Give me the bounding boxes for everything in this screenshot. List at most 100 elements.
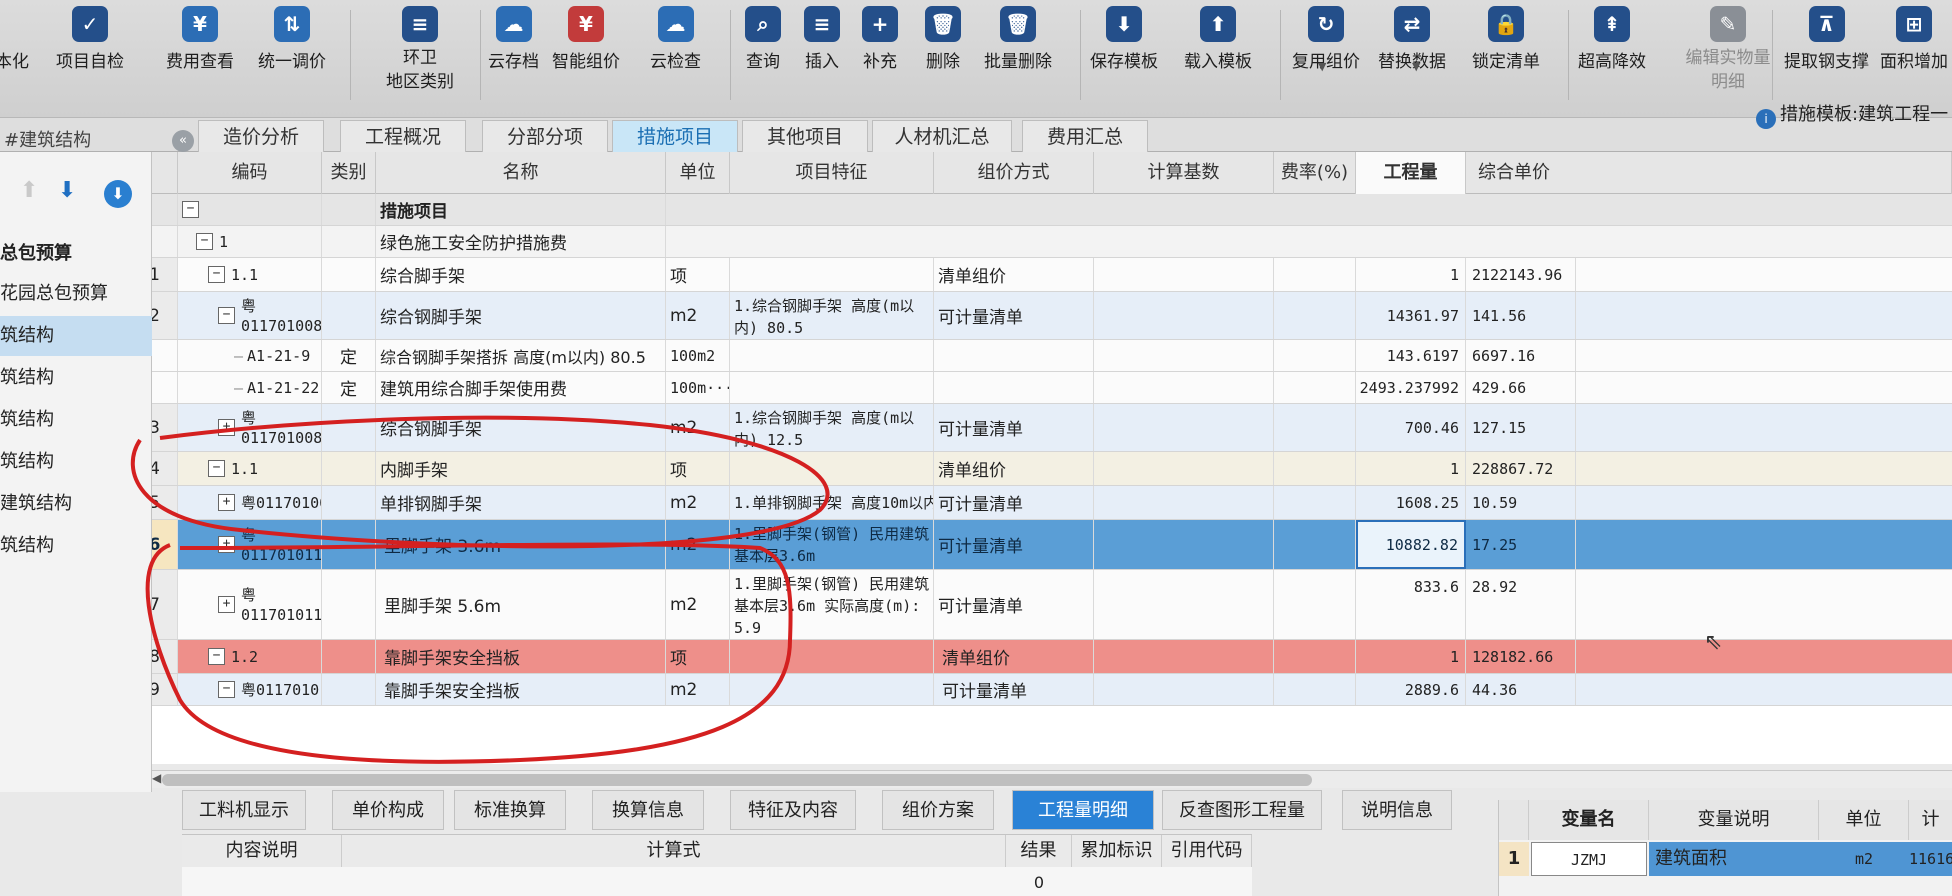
move-down-arrow-icon[interactable]: ⬇ [58, 178, 76, 203]
table-row[interactable]: −1 绿色施工安全防护措施费 [152, 226, 1952, 258]
header-calc-base[interactable]: 计算基数 [1094, 152, 1274, 194]
cloud-check-button[interactable]: ☁ 云检查 [650, 6, 701, 76]
header-method[interactable]: 组价方式 [934, 152, 1094, 194]
collapse-minus-icon[interactable]: − [196, 233, 213, 250]
header-feature[interactable]: 项目特征 [730, 152, 934, 194]
header-type[interactable]: 类别 [322, 152, 376, 194]
tab-cost-summary[interactable]: 费用汇总 [1022, 120, 1148, 152]
supplement-button[interactable]: + 补充 [862, 6, 898, 76]
code-cell: + 粤01170100··· [178, 486, 322, 519]
reuse-dropdown-arrow-icon[interactable]: ▼ [1318, 60, 1326, 73]
table-row[interactable]: — A1-21-9 定 综合钢脚手架搭拆 高度(m以内) 80.5 100m2 1… [152, 340, 1952, 372]
table-row[interactable]: 4 −1.1 内脚手架 项 清单组价 1 228867.72 [152, 452, 1952, 486]
table-row[interactable]: 8 −1.2 靠脚手架安全挡板 项 清单组价 1 128182.66 [152, 640, 1952, 674]
tree-item-structure[interactable]: 筑结构 [0, 358, 152, 398]
method-cell: 可计量清单 [934, 404, 1094, 451]
tab-quantity-detail[interactable]: 工程量明细 [1012, 790, 1154, 830]
tab-other-items[interactable]: 其他项目 [742, 120, 868, 152]
edit-quantity-button[interactable]: ✎ 编辑实物量 明细 [1668, 6, 1788, 94]
row-number: 2 [152, 292, 178, 339]
batch-delete-button[interactable]: 🗑 批量删除 [984, 6, 1052, 76]
project-self-check-button[interactable]: ✓ 项目自检 [56, 6, 124, 76]
tab-standard-conversion[interactable]: 标准换算 [454, 790, 566, 830]
collapse-minus-icon[interactable]: − [208, 648, 225, 665]
expand-plus-icon[interactable]: + [218, 536, 235, 553]
collapse-double-chevron-icon[interactable]: « [172, 130, 194, 152]
load-template-button[interactable]: ⬆ 载入模板 [1184, 6, 1252, 76]
tree-item-structure-selected[interactable]: 筑结构 [0, 316, 152, 356]
table-row[interactable]: 5 + 粤01170100··· 单排钢脚手架 m2 1.单排钢脚手架 高度10m… [152, 486, 1952, 520]
unified-price-adjust-button[interactable]: ⇅ 统一调价 [258, 6, 326, 76]
tab-feature-content[interactable]: 特征及内容 [730, 790, 856, 830]
collapse-minus-icon[interactable]: − [182, 201, 199, 218]
smart-pricing-button[interactable]: ¥ 智能组价 [552, 6, 620, 76]
code-prefix: 粤 [241, 525, 257, 544]
header-name[interactable]: 名称 [376, 152, 666, 194]
move-up-arrow-icon[interactable]: ⬆ [20, 178, 38, 203]
tree-item-structure[interactable]: 建筑结构 [0, 484, 152, 524]
scrollbar-thumb[interactable] [162, 774, 1312, 786]
header-unit[interactable]: 单位 [666, 152, 730, 194]
header-quantity[interactable]: 工程量 [1356, 152, 1466, 194]
table-row[interactable]: 9 −粤01170101··· 靠脚手架安全挡板 m2 可计量清单 2889.6… [152, 674, 1952, 706]
rate-cell [1274, 674, 1356, 705]
table-row[interactable]: 7 + 粤011701011002 里脚手架 5.6m m2 1.里脚手架(钢管)… [152, 570, 1952, 640]
detail-result-value[interactable]: 0 [1006, 869, 1072, 896]
insert-button[interactable]: ≡ 插入 [804, 6, 840, 76]
tab-unit-price-composition[interactable]: 单价构成 [332, 790, 444, 830]
table-row[interactable]: 2 −粤011701008003 综合钢脚手架 m2 1.综合钢脚手架 高度(m… [152, 292, 1952, 340]
delete-button[interactable]: 🗑 删除 [925, 6, 961, 76]
tab-cost-analysis[interactable]: 造价分析 [198, 120, 324, 152]
download-circle-icon[interactable]: ⬇ [104, 180, 132, 208]
tree-item-structure[interactable]: 筑结构 [0, 442, 152, 482]
sanitation-region-button[interactable]: ≡ 环卫 地区类别 [370, 6, 470, 94]
method-cell: 清单组价 [934, 640, 1094, 673]
var-name-cell[interactable]: JZMJ [1531, 842, 1647, 876]
toolbar-button-0[interactable]: ✓本化 [0, 6, 30, 76]
tab-description-info[interactable]: 说明信息 [1342, 790, 1452, 830]
tab-labor-material-summary[interactable]: 人材机汇总 [872, 120, 1012, 152]
tab-sub-items[interactable]: 分部分项 [482, 120, 608, 152]
area-increase-button[interactable]: ⊞ 面积增加 [1880, 6, 1948, 76]
tab-labor-material-display[interactable]: 工料机显示 [182, 790, 306, 830]
area-icon: ⊞ [1896, 6, 1932, 42]
table-row-selected[interactable]: 6 + 粤011701011001 里脚手架 3.6m m2 1.里脚手架(钢管)… [152, 520, 1952, 570]
header-code[interactable]: 编码 [178, 152, 322, 194]
cloud-archive-button[interactable]: ☁ 云存档 [488, 6, 539, 76]
table-row[interactable]: 1 −1.1 综合脚手架 项 清单组价 1 2122143.96 [152, 258, 1952, 292]
expand-plus-icon[interactable]: + [218, 596, 235, 613]
collapse-minus-icon[interactable]: − [208, 460, 225, 477]
super-height-button[interactable]: ⇞ 超高降效 [1578, 6, 1646, 76]
tab-project-overview[interactable]: 工程概况 [340, 120, 466, 152]
tab-conversion-info[interactable]: 换算信息 [592, 790, 704, 830]
measure-template-label[interactable]: i 措施模板:建筑工程一 [1756, 100, 1948, 129]
expand-plus-icon[interactable]: + [218, 494, 235, 511]
collapse-minus-icon[interactable]: − [208, 266, 225, 283]
collapse-minus-icon[interactable]: − [218, 307, 235, 324]
expand-plus-icon[interactable]: + [218, 419, 235, 436]
header-unit-price[interactable]: 综合单价 [1466, 152, 1952, 194]
table-row[interactable]: 3 + 粤011701008004 综合钢脚手架 m2 1.综合钢脚手架 高度(m… [152, 404, 1952, 452]
scroll-left-arrow-icon[interactable]: ◀ [152, 771, 161, 785]
lock-list-button[interactable]: 🔒 锁定清单 [1472, 6, 1540, 76]
tab-pricing-scheme[interactable]: 组价方案 [882, 790, 994, 830]
replace-dropdown-arrow-icon[interactable]: ▼ [1412, 60, 1420, 73]
quantity-cell: 1 [1356, 640, 1466, 673]
tree-item-general-budget[interactable]: 总包预算 [0, 234, 152, 274]
header-rate[interactable]: 费率(%) [1274, 152, 1356, 194]
tree-item-structure[interactable]: 筑结构 [0, 400, 152, 440]
cost-view-button[interactable]: ¥ 费用查看 [166, 6, 234, 76]
table-row[interactable]: − 措施项目 [152, 194, 1952, 226]
table-row[interactable]: — A1-21-22 定 建筑用综合脚手架使用费 100m··· 2493.237… [152, 372, 1952, 404]
collapse-minus-icon[interactable]: − [218, 681, 235, 698]
query-button[interactable]: ⌕ 查询 [745, 6, 781, 76]
tab-reverse-graphic-quantity[interactable]: 反查图形工程量 [1162, 790, 1322, 830]
quantity-edit-cell[interactable]: 10882.82 [1356, 520, 1466, 569]
tab-measures[interactable]: 措施项目 [612, 120, 738, 152]
horizontal-scrollbar[interactable]: ◀ [152, 770, 1952, 788]
steel-support-button[interactable]: ⊼ 提取钢支撑 [1784, 6, 1869, 76]
tree-item-garden-budget[interactable]: 花园总包预算 [0, 274, 152, 314]
unit-cell: 项 [666, 258, 730, 291]
tree-item-structure[interactable]: 筑结构 [0, 526, 152, 566]
save-template-button[interactable]: ⬇ 保存模板 [1090, 6, 1158, 76]
